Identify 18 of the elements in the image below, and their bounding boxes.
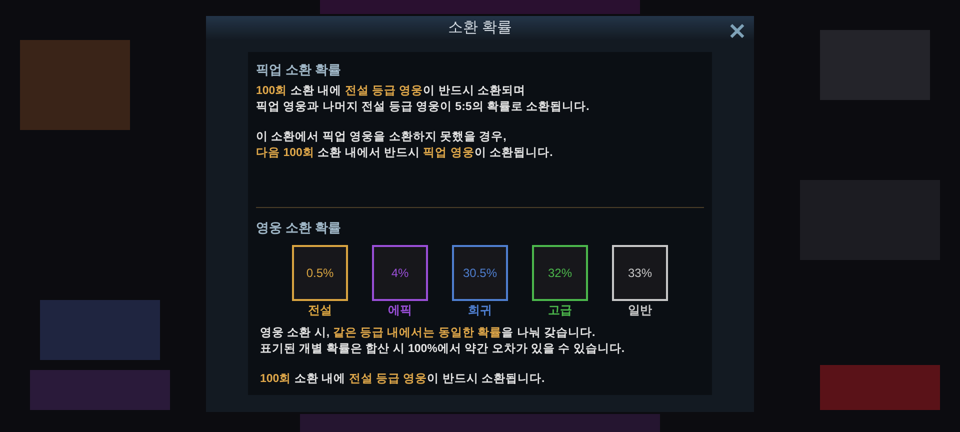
section-heading: 영웅 소환 확률 xyxy=(256,218,342,236)
notice-text: 100회 소환 내에 전설 등급 영웅이 반드시 소환되며 픽업 영웅과 나머지 전설 등급 영웅이 5:5의 확률로 소환됩니다. xyxy=(256,84,590,114)
grade-label: 희귀 xyxy=(468,302,492,319)
grade-label: 일반 xyxy=(628,302,652,319)
rate-value: 32% xyxy=(548,265,572,282)
grade-label: 고급 xyxy=(548,302,572,319)
rate-value: 0.5% xyxy=(306,265,334,282)
rate-value: 30.5% xyxy=(462,265,498,282)
notice-text: 100회 소환 내에 전설 등급 영웅이 반드시 소환됩니다. xyxy=(260,372,546,387)
close-button[interactable]: ✕ xyxy=(728,20,746,44)
dialog-title: 소환 확률 xyxy=(448,18,512,38)
notice-text: 이 소환에서 픽업 영웅을 소환하지 못했을 경우, 다음 100회 소환 내에서 반드시 픽업 영웅이 소환됩니다. xyxy=(256,130,554,160)
notice-text: 영웅 소환 시, 같은 등급 내에서는 동일한 확률을 나눠 갖습니다. 표기된 개별 확률은 합산 시 100%에서 약간 오차가 있을 수 있습니다. xyxy=(260,326,626,357)
rate-value: 4% xyxy=(391,265,409,282)
section-heading: 픽업 소환 확률 xyxy=(256,61,342,79)
rate-value: 33% xyxy=(628,265,652,282)
grade-label: 에픽 xyxy=(388,302,412,319)
grade-label: 전설 xyxy=(308,302,332,319)
